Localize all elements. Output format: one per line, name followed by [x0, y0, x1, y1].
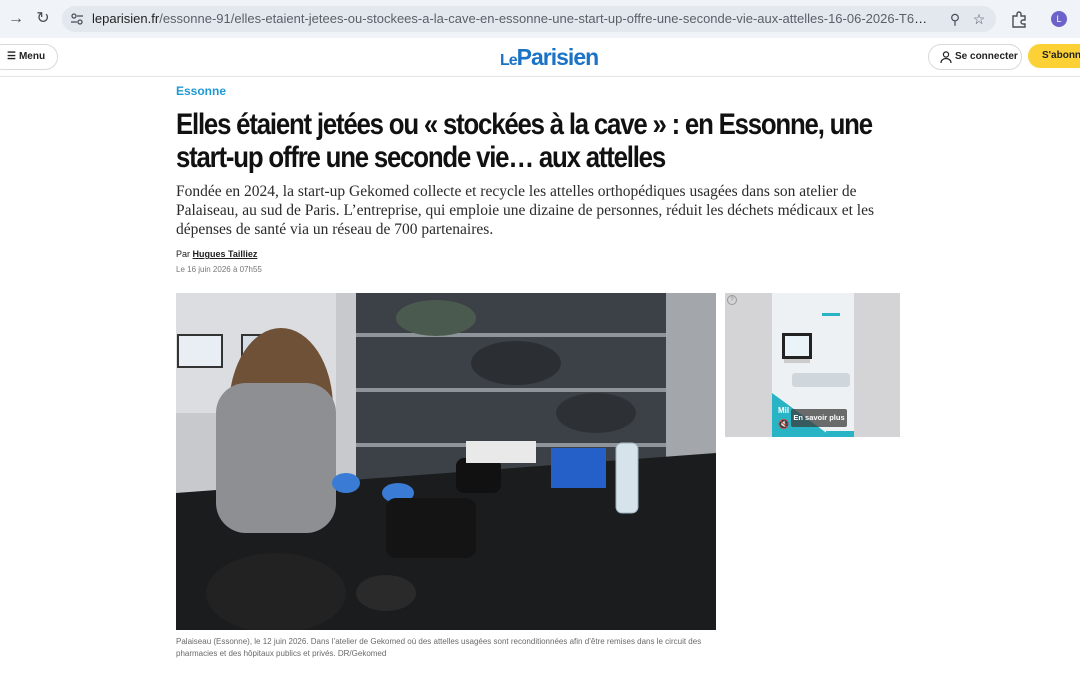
- login-button[interactable]: Se connecter: [928, 44, 1022, 70]
- user-icon: [940, 51, 952, 64]
- menu-label: Menu: [18, 51, 46, 62]
- article-lead: Fondée en 2024, la start-up Gekomed coll…: [176, 183, 874, 238]
- url-text[interactable]: leparisien.fr/essonne-91/elles-etaient-j…: [92, 11, 932, 26]
- site-settings-icon[interactable]: [70, 12, 84, 26]
- author-link[interactable]: Hugues Tailliez: [193, 249, 258, 259]
- reload-icon[interactable]: ↻: [33, 9, 53, 29]
- publish-date: Le 16 juin 2026 à 07h55: [176, 265, 262, 274]
- bookmark-star-icon[interactable]: ☆: [970, 10, 988, 28]
- section-link[interactable]: Essonne: [176, 84, 226, 98]
- forward-icon[interactable]: →: [6, 9, 26, 29]
- ad-cta-button[interactable]: En savoir plus: [791, 409, 847, 427]
- byline: Par Hugues Tailliez: [176, 249, 258, 259]
- ad-brand-text: Mil: [778, 406, 790, 415]
- menu-button[interactable]: ☰ Menu: [0, 44, 59, 70]
- address-bar[interactable]: leparisien.fr/essonne-91/elles-etaient-j…: [62, 6, 996, 32]
- extensions-icon[interactable]: [1010, 10, 1028, 28]
- url-path: /essonne-91/elles-etaient-jetees-ou-stoc…: [159, 11, 932, 26]
- mute-icon[interactable]: 🔇: [778, 419, 789, 430]
- ad-info-icon[interactable]: ?: [727, 295, 737, 305]
- hamburger-icon: ☰: [7, 51, 16, 62]
- browser-toolbar: → ↻ leparisien.fr/essonne-91/elles-etaie…: [0, 0, 1080, 38]
- photo-caption: Palaiseau (Essonne), le 12 juin 2026. Da…: [176, 637, 702, 658]
- url-domain: leparisien.fr: [92, 11, 160, 26]
- article-photo: [176, 293, 716, 630]
- profile-avatar[interactable]: L: [1051, 11, 1067, 27]
- subscribe-button[interactable]: S'abonner: [1028, 44, 1080, 68]
- zoom-icon[interactable]: ⚲: [946, 10, 964, 28]
- article-title: Elles étaient jetées ou « stockées à la …: [176, 108, 873, 174]
- ad-banner[interactable]: ? Mil 🔇 En savoir plus: [725, 293, 900, 437]
- workshop-photo-illustration: [176, 293, 716, 630]
- le-parisien-logo[interactable]: LeParisien: [500, 44, 599, 71]
- site-header: ☰Menu LeParisien Se connecter S'abonner: [0, 38, 1080, 77]
- login-label: Se connecter: [955, 51, 1018, 62]
